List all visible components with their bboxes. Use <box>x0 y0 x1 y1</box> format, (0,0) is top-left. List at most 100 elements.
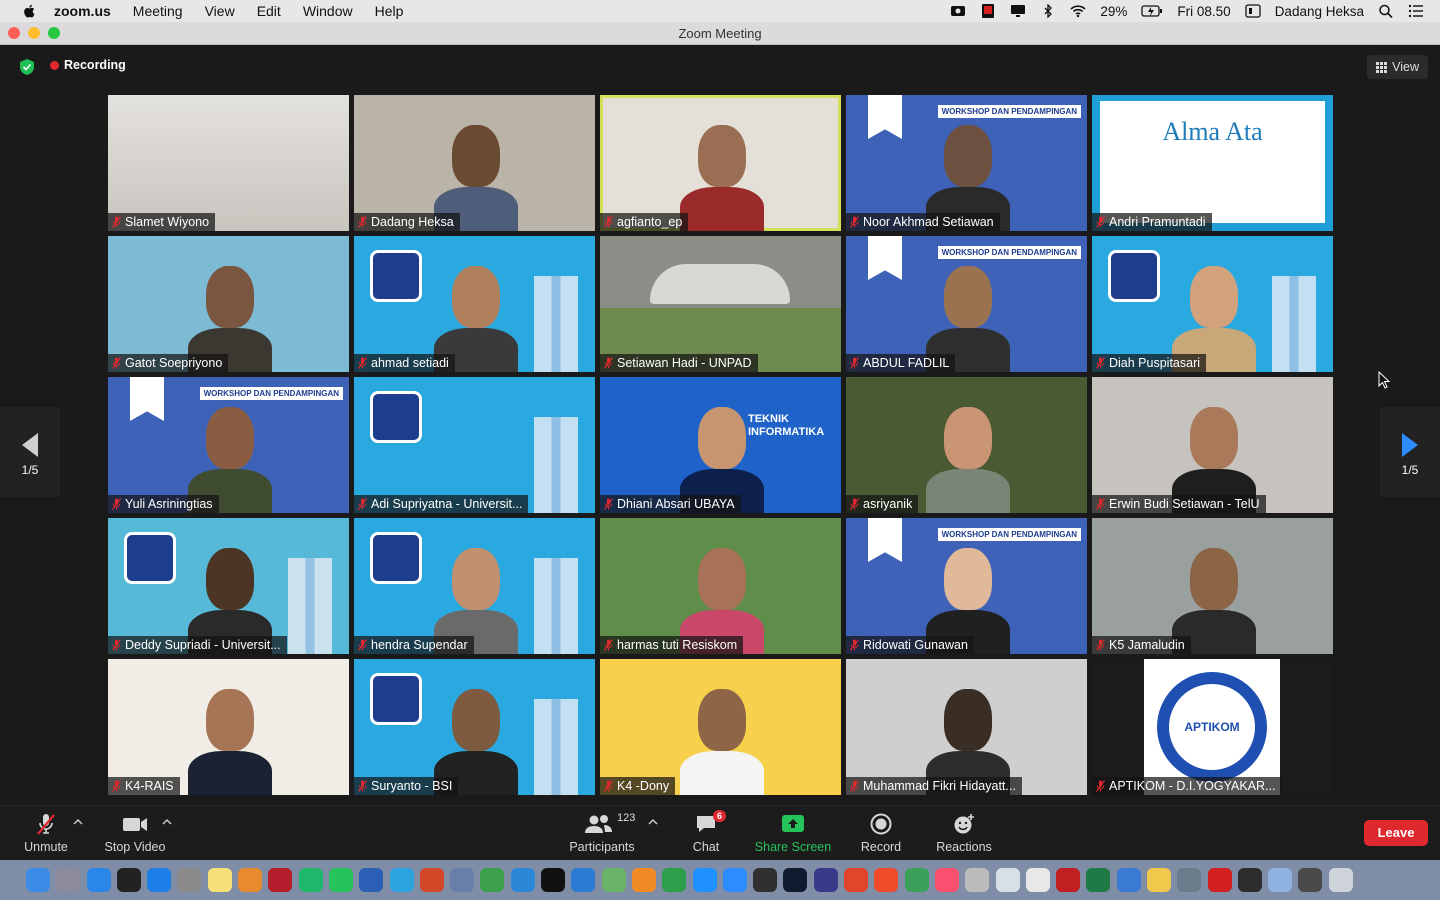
mendeley-icon[interactable] <box>268 868 293 892</box>
camera-status-icon[interactable] <box>950 4 966 18</box>
chrome-icon[interactable] <box>1025 868 1050 892</box>
ms-edge-icon[interactable] <box>510 868 535 892</box>
menu-app-name[interactable]: zoom.us <box>54 3 111 19</box>
battery-charging-icon[interactable] <box>1141 4 1163 18</box>
launchpad-icon[interactable] <box>56 868 81 892</box>
leave-meeting-button[interactable]: Leave <box>1364 820 1428 846</box>
folder-icon[interactable] <box>1268 868 1293 892</box>
git-icon[interactable] <box>844 868 869 892</box>
sublime-icon[interactable] <box>631 868 656 892</box>
participant-video-tile[interactable]: WORKSHOP DAN PENDAMPINGAN Ridowati Gunawa… <box>846 518 1087 654</box>
menu-window[interactable]: Window <box>303 3 353 19</box>
camo-icon[interactable] <box>692 868 717 892</box>
screen-record-icon[interactable] <box>980 4 996 18</box>
participant-video-tile[interactable]: K5 Jamaludin <box>1092 518 1333 654</box>
menu-help[interactable]: Help <box>375 3 404 19</box>
excel-icon[interactable] <box>1086 868 1111 892</box>
participant-video-tile[interactable]: K4 -Dony <box>600 659 841 795</box>
participants-options-caret-icon[interactable] <box>648 818 658 825</box>
encryption-shield-icon[interactable] <box>20 59 34 75</box>
grammarly-icon[interactable] <box>298 868 323 892</box>
vscode-icon[interactable] <box>571 868 596 892</box>
trash-icon[interactable] <box>1328 868 1353 892</box>
android-studio-icon[interactable] <box>904 868 929 892</box>
monitor-icon[interactable] <box>1298 868 1323 892</box>
participant-video-tile[interactable]: Adi Supriyatna - Universit... <box>354 377 595 513</box>
next-page-button[interactable]: 1/5 <box>1380 407 1440 497</box>
mongodb-icon[interactable] <box>662 868 687 892</box>
video-options-caret-icon[interactable] <box>162 818 172 825</box>
participant-video-tile[interactable]: Gatot Soepriyono <box>108 236 349 372</box>
music-icon[interactable] <box>934 868 959 892</box>
participant-video-tile[interactable]: K4-RAIS <box>108 659 349 795</box>
participant-video-tile[interactable]: Deddy Supriadi - Universit... <box>108 518 349 654</box>
obs-icon[interactable] <box>753 868 778 892</box>
anaconda-icon[interactable] <box>480 868 505 892</box>
participant-video-tile[interactable]: Suryanto - BSI <box>354 659 595 795</box>
photos-icon[interactable] <box>1146 868 1171 892</box>
powerpoint-icon[interactable] <box>419 868 444 892</box>
view-button[interactable]: View <box>1367 55 1428 79</box>
control-center-icon[interactable] <box>1245 4 1261 18</box>
participant-video-tile[interactable]: WORKSHOP DAN PENDAMPINGAN ABDUL FADLIL <box>846 236 1087 372</box>
finder-icon[interactable] <box>26 868 50 892</box>
photoshop-icon[interactable] <box>783 868 808 892</box>
record-button[interactable]: Record <box>858 812 904 854</box>
zoom-icon[interactable] <box>722 868 747 892</box>
word-icon[interactable] <box>359 868 384 892</box>
apple-menu-icon[interactable] <box>20 3 40 19</box>
virtualbox-icon[interactable] <box>450 868 475 892</box>
previous-page-button[interactable]: 1/5 <box>0 407 60 497</box>
safari-icon[interactable] <box>86 868 111 892</box>
recording-indicator[interactable]: Recording <box>50 58 126 72</box>
participant-video-tile[interactable]: Setiawan Hadi - UNPAD <box>600 236 841 372</box>
display-icon[interactable] <box>1010 4 1026 18</box>
participant-video-tile[interactable]: TEKNIK INFORMATIKA Dhiani Absari UBAYA <box>600 377 841 513</box>
books-icon[interactable] <box>238 868 263 892</box>
screenshot-icon[interactable] <box>1177 868 1202 892</box>
stop-video-button[interactable]: Stop Video <box>102 812 168 854</box>
menu-edit[interactable]: Edit <box>257 3 281 19</box>
intellij-icon[interactable] <box>541 868 566 892</box>
participant-video-tile[interactable]: Diah Puspitasari <box>1092 236 1333 372</box>
participant-video-tile[interactable]: APTIKOM APTIKOM - D.I.YOGYAKAR... <box>1092 659 1333 795</box>
spotlight-search-icon[interactable] <box>1378 4 1394 18</box>
acrobat-icon[interactable] <box>1207 868 1232 892</box>
participant-video-tile[interactable]: WORKSHOP DAN PENDAMPINGAN Noor Akhmad Set… <box>846 95 1087 231</box>
participant-video-tile[interactable]: Dadang Heksa <box>354 95 595 231</box>
whatsapp-icon[interactable] <box>328 868 353 892</box>
participant-video-tile[interactable]: asriyanik <box>846 377 1087 513</box>
participant-video-tile[interactable]: Alma Ata Andri Pramuntadi <box>1092 95 1333 231</box>
chat-button[interactable]: 6 Chat <box>688 810 726 854</box>
preview-icon[interactable] <box>995 868 1020 892</box>
unmute-button[interactable]: Unmute <box>22 812 70 854</box>
quicktime-icon[interactable] <box>1237 868 1262 892</box>
android-file-icon[interactable] <box>601 868 626 892</box>
share-screen-button[interactable]: Share Screen <box>752 812 834 854</box>
reactions-button[interactable]: Reactions <box>934 812 994 854</box>
brave-icon[interactable] <box>874 868 899 892</box>
participant-video-tile[interactable]: Slamet Wiyono <box>108 95 349 231</box>
notification-center-icon[interactable] <box>1408 4 1424 18</box>
menu-meeting[interactable]: Meeting <box>133 3 183 19</box>
participant-video-tile[interactable]: Muhammad Fikri Hidayatt... <box>846 659 1087 795</box>
notes-icon[interactable] <box>207 868 232 892</box>
network-icon[interactable] <box>1116 868 1141 892</box>
system-preferences-icon[interactable] <box>177 868 202 892</box>
participant-video-tile[interactable]: ahmad setiadi <box>354 236 595 372</box>
telegram-icon[interactable] <box>389 868 414 892</box>
menu-view[interactable]: View <box>205 3 235 19</box>
app-store-icon[interactable] <box>147 868 172 892</box>
audio-options-caret-icon[interactable] <box>73 818 83 825</box>
participant-video-tile[interactable]: harmas tuti Resiskom <box>600 518 841 654</box>
participant-video-tile[interactable]: hendra Supendar <box>354 518 595 654</box>
database-icon[interactable] <box>965 868 990 892</box>
terminal-icon[interactable] <box>116 868 141 892</box>
menubar-clock[interactable]: Fri 08.50 <box>1177 4 1230 19</box>
filezilla-icon[interactable] <box>1056 868 1081 892</box>
bluetooth-icon[interactable] <box>1040 4 1056 18</box>
wifi-icon[interactable] <box>1070 4 1086 18</box>
menubar-user[interactable]: Dadang Heksa <box>1275 4 1364 19</box>
davinci-icon[interactable] <box>813 868 838 892</box>
participant-video-tile[interactable]: WORKSHOP DAN PENDAMPINGAN Yuli Asriningti… <box>108 377 349 513</box>
